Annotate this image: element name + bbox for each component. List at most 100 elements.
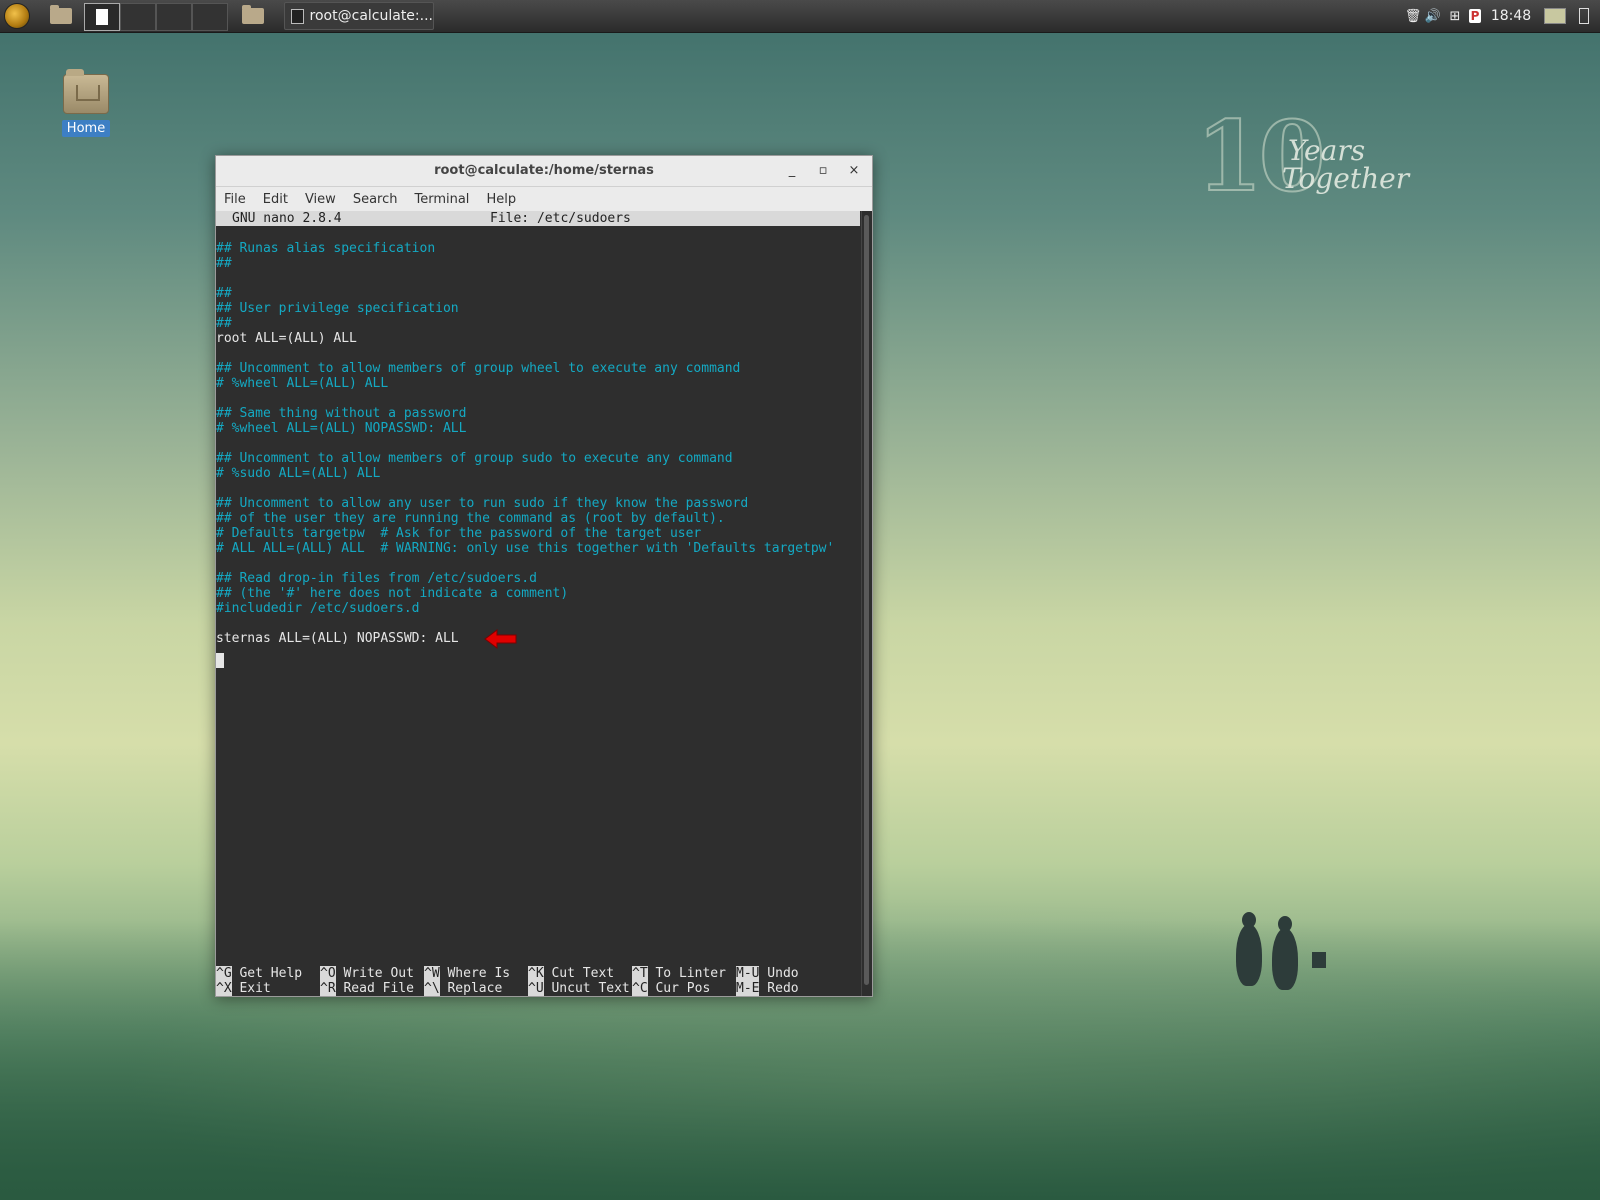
menu-help[interactable]: Help (486, 192, 516, 207)
editor-line[interactable]: # %wheel ALL=(ALL) ALL (216, 376, 388, 391)
penguin-icon (1236, 912, 1262, 986)
workspace-4[interactable] (192, 3, 228, 31)
watermark-together: Together (1282, 162, 1410, 195)
workspace-2[interactable] (120, 3, 156, 31)
terminal-window[interactable]: root@calculate:/home/sternas _ ▫ × File … (215, 155, 873, 997)
penguin-icon (1272, 916, 1298, 990)
red-arrow-icon (484, 629, 517, 649)
screenshot-launcher[interactable] (238, 0, 268, 32)
shortcut-label: Exit (231, 981, 271, 996)
shortcut-key: M-U (736, 966, 760, 981)
shortcut-key: ^X (216, 981, 232, 996)
terminal-icon (291, 8, 304, 24)
screen-icon[interactable] (1542, 0, 1568, 32)
terminal-area[interactable]: GNU nano 2.8.4 File: /etc/sudoers ## Run… (216, 211, 860, 996)
volume-icon[interactable]: 🔊 (1424, 0, 1442, 32)
shortcut-key: ^T (632, 966, 648, 981)
shortcut-key: M-E (736, 981, 760, 996)
home-folder-icon (63, 69, 109, 114)
editor-line[interactable]: # %wheel ALL=(ALL) NOPASSWD: ALL (216, 421, 466, 436)
shortcut-label: Write Out (335, 966, 414, 981)
desktop-home-icon[interactable]: Home (58, 69, 114, 137)
workspace-3[interactable] (156, 3, 192, 31)
shortcut-redo: M-E Redo (736, 981, 799, 996)
editor-line[interactable]: # Defaults targetpw # Ask for the passwo… (216, 526, 701, 541)
shortcut-key: ^O (320, 966, 336, 981)
menu-edit[interactable]: Edit (263, 192, 288, 207)
text-cursor (216, 653, 224, 668)
nano-filename: File: /etc/sudoers (490, 211, 631, 226)
shortcut-label: Redo (759, 981, 799, 996)
editor-line[interactable]: ## (the '#' here does not indicate a com… (216, 586, 568, 601)
shortcut-key: ^G (216, 966, 232, 981)
editor-line[interactable]: ## Read drop-in files from /etc/sudoers.… (216, 571, 537, 586)
home-label: Home (61, 120, 111, 137)
editor-line[interactable]: root ALL=(ALL) ALL (216, 331, 357, 346)
clock[interactable]: 18:48 (1488, 0, 1534, 32)
shortcut-label: Where Is (439, 966, 511, 981)
task-title: root@calculate:... (309, 8, 433, 24)
shortcut-label: Cur Pos (647, 981, 711, 996)
editor-line[interactable]: ## of the user they are running the comm… (216, 511, 725, 526)
shortcut-label: Uncut Text (543, 981, 630, 996)
editor-line[interactable]: # %sudo ALL=(ALL) ALL (216, 466, 380, 481)
shortcut-label: Read File (335, 981, 414, 996)
shortcut-where-is: ^W Where Is (424, 966, 510, 981)
window-title: root@calculate:/home/sternas (434, 163, 654, 178)
editor-line[interactable]: ## Uncomment to allow members of group w… (216, 361, 740, 376)
editor-line[interactable]: ## Uncomment to allow any user to run su… (216, 496, 748, 511)
shortcut-uncut-text: ^U Uncut Text (528, 981, 630, 996)
editor-line[interactable]: ## User privilege specification (216, 301, 459, 316)
shortcut-exit: ^X Exit (216, 981, 271, 996)
calculate-logo-icon (4, 3, 30, 29)
shortcut-key: ^R (320, 981, 336, 996)
close-button[interactable]: × (844, 161, 864, 181)
shortcut-undo: M-U Undo (736, 966, 799, 981)
shortcut-read-file: ^R Read File (320, 981, 414, 996)
file-manager-launcher[interactable] (46, 0, 76, 32)
editor-line[interactable]: ## Uncomment to allow members of group s… (216, 451, 733, 466)
shortcut-label: Get Help (231, 966, 303, 981)
shortcut-cur-pos: ^C Cur Pos (632, 981, 710, 996)
shortcut-label: Replace (439, 981, 503, 996)
shortcut-key: ^\ (424, 981, 440, 996)
battery-icon[interactable] (1574, 0, 1594, 32)
shortcut-label: To Linter (647, 966, 726, 981)
editor-line[interactable]: ## Runas alias specification (216, 241, 435, 256)
scrollbar-thumb[interactable] (864, 215, 869, 985)
menu-view[interactable]: View (305, 192, 336, 207)
shortcut-to-linter: ^T To Linter (632, 966, 726, 981)
editor-line[interactable]: #includedir /etc/sudoers.d (216, 601, 420, 616)
editor-line[interactable]: ## (216, 316, 232, 331)
workspace-1[interactable] (84, 3, 120, 31)
nano-version: GNU nano 2.8.4 (232, 211, 342, 226)
p-icon[interactable]: P (1466, 0, 1484, 32)
editor-line[interactable]: ## Same thing without a password (216, 406, 466, 421)
menu-file[interactable]: File (224, 192, 246, 207)
shortcut-get-help: ^G Get Help (216, 966, 302, 981)
shortcut-key: ^C (632, 981, 648, 996)
editor-line[interactable]: ## (216, 256, 232, 271)
start-menu-button[interactable] (2, 0, 32, 32)
shortcut-key: ^U (528, 981, 544, 996)
menu-search[interactable]: Search (353, 192, 398, 207)
wallpaper-watermark: 10 Years Together (1195, 99, 1409, 214)
taskbar-terminal-task[interactable]: root@calculate:... (284, 2, 434, 30)
editor-line[interactable]: # ALL ALL=(ALL) ALL # WARNING: only use … (216, 541, 834, 556)
editor-line[interactable]: ## (216, 286, 232, 301)
network-icon[interactable]: ⊞ (1446, 0, 1464, 32)
taskbar: root@calculate:... 🗑 🔊 ⊞ P 18:48 (0, 0, 1600, 33)
nano-header: GNU nano 2.8.4 File: /etc/sudoers (216, 211, 860, 226)
maximize-button[interactable]: ▫ (813, 161, 833, 181)
minimize-button[interactable]: _ (782, 161, 802, 181)
shortcut-write-out: ^O Write Out (320, 966, 414, 981)
window-titlebar[interactable]: root@calculate:/home/sternas _ ▫ × (216, 156, 872, 187)
trash-icon[interactable]: 🗑 (1404, 0, 1422, 32)
suitcase-icon (1312, 952, 1326, 968)
editor-line[interactable]: sternas ALL=(ALL) NOPASSWD: ALL (216, 631, 459, 646)
menubar: File Edit View Search Terminal Help (216, 187, 872, 211)
shortcut-label: Cut Text (543, 966, 615, 981)
shortcut-key: ^K (528, 966, 544, 981)
scrollbar[interactable] (861, 211, 872, 996)
menu-terminal[interactable]: Terminal (414, 192, 469, 207)
